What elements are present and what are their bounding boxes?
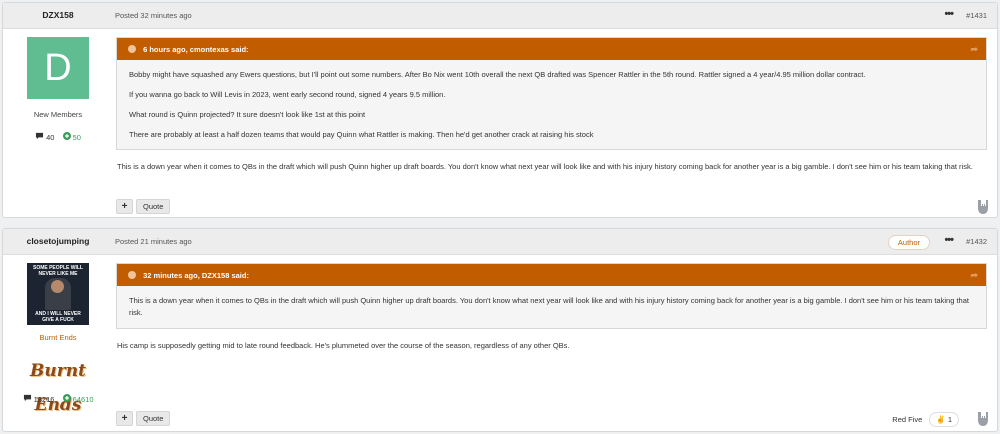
quote-body: This is a down year when it comes to QBs… <box>117 286 986 328</box>
quote-header[interactable]: 32 minutes ago, DZX158 said: ➦ <box>117 264 986 286</box>
quote-block: 32 minutes ago, DZX158 said: ➦ This is a… <box>116 263 987 329</box>
reaction-count-pill[interactable]: ✌ 1 <box>929 412 959 427</box>
quote-header[interactable]: 6 hours ago, cmontexas said: ➦ <box>117 38 986 60</box>
rank-image: Burnt Ends <box>30 361 86 415</box>
post-1431: DZX158 Posted 32 minutes ago ••• #1431 D… <box>2 2 998 218</box>
share-icon[interactable]: ➦ <box>970 270 978 281</box>
avatar[interactable]: SOME PEOPLE WILL NEVER LIKE ME AND I WIL… <box>27 263 89 325</box>
member-rank: New Members <box>33 110 83 119</box>
quote-paragraph: If you wanna go back to Will Levis in 20… <box>129 90 446 99</box>
author-name-link[interactable]: closetojumping <box>3 236 113 246</box>
avatar-meme-bottom: AND I WILL NEVER GIVE A FUCK <box>35 311 81 323</box>
reaction-summary[interactable]: Red Five ✌ 1 <box>892 412 959 427</box>
author-sidebar: D New Members 40 50 <box>3 37 113 142</box>
quote-paragraph: What round is Quinn projected? It sure d… <box>129 110 366 119</box>
avatar-face <box>51 280 64 293</box>
reaction-count: 1 <box>947 415 952 424</box>
post-content: 32 minutes ago, DZX158 said: ➦ This is a… <box>116 263 987 352</box>
post-1432: closetojumping Posted 21 minutes ago Aut… <box>2 228 998 432</box>
quote-paragraph: This is a down year when it comes to QBs… <box>129 296 969 317</box>
quote-paragraph: There are probably at least a half dozen… <box>129 130 594 139</box>
clock-icon <box>128 45 136 53</box>
quote-block: 6 hours ago, cmontexas said: ➦ Bobby mig… <box>116 37 987 150</box>
author-name-link[interactable]: DZX158 <box>3 10 113 20</box>
quote-body: Bobby might have squashed any Ewers ques… <box>117 60 986 149</box>
post-body: His camp is supposedly getting mid to la… <box>117 341 570 350</box>
comment-icon <box>23 394 34 404</box>
multiquote-button[interactable]: + <box>116 199 133 214</box>
more-options-icon[interactable]: ••• <box>944 8 954 20</box>
post-number-link[interactable]: #1431 <box>966 11 987 20</box>
post-header: DZX158 Posted 32 minutes ago ••• #1431 <box>3 3 997 29</box>
quote-header-text: 6 hours ago, cmontexas said: <box>143 45 249 54</box>
reputation-count: 50 <box>72 133 81 142</box>
post-body: This is a down year when it comes to QBs… <box>117 162 973 171</box>
member-rank: Burnt Ends <box>39 333 77 342</box>
more-options-icon[interactable]: ••• <box>944 234 954 246</box>
post-header: closetojumping Posted 21 minutes ago Aut… <box>3 229 997 255</box>
author-sidebar: SOME PEOPLE WILL NEVER LIKE ME AND I WIL… <box>3 263 113 415</box>
quote-button[interactable]: Quote <box>136 411 171 426</box>
reputation-count: 64610 <box>72 395 94 404</box>
multiquote-button[interactable]: + <box>116 411 133 426</box>
avatar[interactable]: D <box>27 37 89 99</box>
post-count: 13216 <box>33 395 55 404</box>
rock-hand-icon: ✌ <box>936 415 946 424</box>
reaction-user[interactable]: Red Five <box>892 415 922 424</box>
post-count: 40 <box>46 133 55 142</box>
quote-paragraph: Bobby might have squashed any Ewers ques… <box>129 70 866 79</box>
post-timestamp[interactable]: Posted 21 minutes ago <box>115 237 192 246</box>
plus-circle-icon <box>62 132 73 142</box>
avatar-meme-top: SOME PEOPLE WILL NEVER LIKE ME <box>32 265 83 277</box>
rock-hand-icon[interactable] <box>975 410 991 428</box>
comment-icon <box>35 132 46 142</box>
author-badge: Author <box>887 235 930 250</box>
member-stats: 13216 64610 <box>3 394 113 404</box>
quote-button[interactable]: Quote <box>136 199 171 214</box>
post-number-link[interactable]: #1432 <box>966 237 987 246</box>
plus-circle-icon <box>62 394 73 404</box>
member-stats: 40 50 <box>3 132 113 142</box>
reputation: 64610 <box>62 394 94 404</box>
reputation: 50 <box>62 132 81 142</box>
rock-hand-icon[interactable] <box>975 198 991 216</box>
quote-header-text: 32 minutes ago, DZX158 said: <box>143 271 249 280</box>
post-timestamp[interactable]: Posted 32 minutes ago <box>115 11 192 20</box>
clock-icon <box>128 271 136 279</box>
share-icon[interactable]: ➦ <box>970 44 978 55</box>
post-content: 6 hours ago, cmontexas said: ➦ Bobby mig… <box>116 37 987 173</box>
